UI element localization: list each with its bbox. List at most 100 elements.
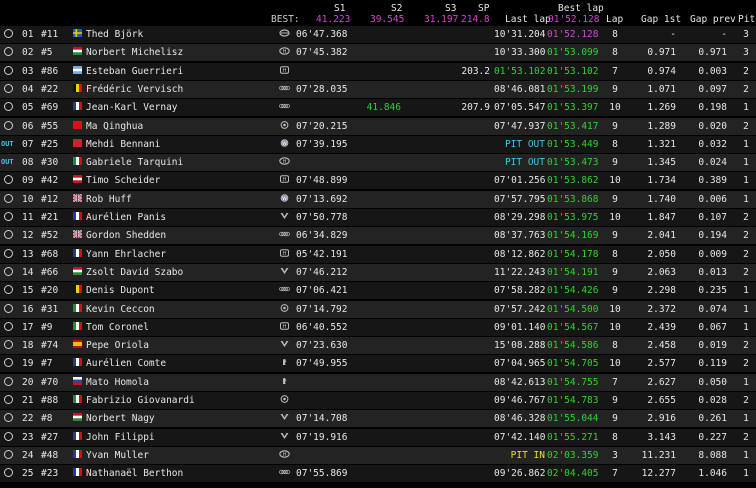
table-row[interactable]: 12 #52 Gordon Shedden 06'34.829 08'37.763 01'…: [0, 227, 756, 245]
last-lap-cell: 08'12.862: [494, 248, 546, 260]
car-number-cell: #8: [41, 413, 53, 425]
best-lap-cell: 01'53.417: [547, 120, 599, 132]
table-row[interactable]: 19 #7 Aurélien Comte 07'49.955 07'04.965 01'5…: [0, 355, 756, 373]
driver-name-cell: Gabriele Tarquini: [86, 157, 184, 169]
table-row[interactable]: H 09 #42 Timo Scheider 07'48.899 07'01.256 01'…: [0, 172, 756, 190]
country-flag-icon: [72, 229, 83, 239]
pit-count-cell: 1: [743, 175, 749, 187]
table-row[interactable]: H 02 #5 Norbert Michelisz 07'45.382 10'33.300…: [0, 44, 756, 62]
position-cell: 21: [22, 395, 34, 406]
driver-name-cell: Mehdi Bennani: [86, 138, 161, 150]
table-row[interactable]: W 10 #12 Rob Huff 07'13.692 07'57.795 01'53.86…: [0, 190, 756, 208]
best-lap-cell: 01'52.128: [547, 29, 599, 40]
table-row[interactable]: 01 #11 Thed Björk 06'47.368 10'31.204 01'52.1…: [0, 26, 756, 43]
table-row[interactable]: H 03 #86 Esteban Guerrieri 203.2 01'53.102 01'…: [0, 62, 756, 80]
driver-name-cell: Tom Coronel: [86, 321, 149, 333]
table-row[interactable]: OUT W 07 #25 Mehdi Bennani 07'39.195 PIT OUT 01…: [0, 135, 756, 153]
table-row[interactable]: 15 #20 Denis Dupont 07'06.421 07'58.282 01'54…: [0, 282, 756, 300]
svg-text:H: H: [282, 324, 286, 330]
car-number-cell: #48: [41, 449, 59, 461]
gap-1st-cell: 0.971: [647, 47, 676, 59]
table-row[interactable]: OUT H 08 #30 Gabriele Tarquini PIT OUT 01'53.4…: [0, 154, 756, 172]
sector1-cell: 07'19.916: [296, 431, 348, 443]
best-s2-value: 39.545: [370, 14, 405, 25]
driver-name-cell: Mato Homola: [86, 376, 149, 388]
table-row[interactable]: 14 #66 Zsolt David Szabo 07'46.212 11'22.243…: [0, 263, 756, 281]
driver-name-cell: Nathanaël Berthon: [86, 468, 184, 480]
gap-1st-cell: 3.143: [647, 431, 676, 443]
table-row[interactable]: 25 #23 Nathanaël Berthon 07'55.869 09'26.862…: [0, 465, 756, 483]
table-row[interactable]: 06 #55 Ma Qinghua 07'20.215 07'47.937 01'53.4…: [0, 117, 756, 135]
last-lap-cell: 09'01.140: [494, 321, 546, 333]
lap-count-cell: 7: [612, 376, 618, 388]
car-number-cell: #7: [41, 358, 53, 370]
gap-1st-cell: 2.458: [647, 340, 676, 352]
honda-logo-icon: H: [279, 248, 290, 257]
pit-count-cell: 1: [743, 303, 749, 315]
hyundai-logo-icon: H: [279, 450, 290, 458]
running-status-icon: [4, 83, 13, 93]
pit-out-status-icon: OUT: [1, 139, 14, 148]
position-cell: 18: [22, 340, 34, 352]
best-lap-cell: 01'54.755: [547, 376, 599, 388]
table-row[interactable]: 05 #69 Jean-Karl Vernay 41.846 207.9 07'05.54…: [0, 99, 756, 117]
table-row[interactable]: 11 #21 Aurélien Panis 07'50.778 08'29.298 01'…: [0, 209, 756, 226]
pit-count-cell: 1: [743, 376, 749, 388]
table-row[interactable]: 23 #27 John Filippi 07'19.916 07'42.140 01'55…: [0, 428, 756, 446]
table-row[interactable]: 16 #31 Kevin Ceccon 07'14.792 07'57.242 01'54…: [0, 300, 756, 318]
last-lap-cell: 01'53.102: [494, 65, 546, 77]
running-status-icon: [4, 65, 13, 75]
running-status-icon: [4, 449, 13, 459]
pit-count-cell: 2: [743, 212, 749, 223]
last-lap-cell: 09'26.862: [494, 468, 546, 480]
gap-1st-cell: 12.277: [641, 468, 676, 480]
table-row[interactable]: H 17 #9 Tom Coronel 06'40.552 09'01.140 01'54.…: [0, 318, 756, 336]
best-lap-cell: 02'04.405: [547, 468, 599, 480]
car-number-cell: #86: [41, 65, 59, 77]
gap-prev-cell: 0.097: [698, 83, 727, 95]
table-row[interactable]: 04 #22 Frédéric Vervisch 07'28.035 08'46.081…: [0, 80, 756, 98]
car-number-cell: #52: [41, 230, 59, 242]
table-row[interactable]: 21 #88 Fabrizio Giovanardi 09'46.767 01'54.7…: [0, 392, 756, 409]
gap-prev-cell: 0.009: [698, 248, 727, 260]
last-lap-cell: 08'42.613: [494, 376, 546, 388]
position-cell: 11: [22, 212, 34, 223]
pit-count-cell: 2: [743, 340, 749, 352]
table-row[interactable]: 20 #70 Mato Homola 08'42.613 01'54.755 7 2.627…: [0, 373, 756, 391]
gap-prev-cell: 0.971: [698, 47, 727, 59]
table-row[interactable]: 18 #74 Pepe Oriola 07'23.630 15'08.288 01'54.…: [0, 337, 756, 355]
last-lap-cell: 08'29.298: [494, 212, 546, 223]
pit-count-cell: 2: [743, 230, 749, 242]
gap-1st-cell: 2.050: [647, 248, 676, 260]
gap-prev-cell: 0.194: [698, 230, 727, 242]
pit-header: Pit: [738, 14, 756, 25]
last-lap-cell: 07'57.795: [494, 193, 546, 205]
sector2-cell: 41.846: [366, 102, 401, 114]
driver-name-cell: Aurélien Panis: [86, 212, 167, 223]
country-flag-icon: [73, 47, 82, 56]
gap-prev-cell: 0.020: [698, 120, 727, 132]
last-lap-cell: 07'57.242: [494, 303, 546, 315]
table-row[interactable]: 22 #8 Norbert Nagy 07'14.708 08'46.328 01'55.…: [0, 410, 756, 428]
best-lap-cell: 01'54.705: [547, 358, 599, 370]
s1-header: S1: [334, 3, 346, 14]
driver-name-cell: Pepe Oriola: [86, 340, 149, 352]
lap-count-cell: 9: [612, 413, 618, 425]
running-status-icon: [4, 285, 13, 295]
peugeot-logo-icon: [279, 377, 290, 385]
lap-header: Lap: [606, 14, 624, 25]
running-status-icon: [4, 248, 13, 258]
table-row[interactable]: H 13 #68 Yann Ehrlacher 05'42.191 08'12.862 01…: [0, 245, 756, 263]
sector1-cell: 07'28.035: [296, 83, 348, 95]
position-cell: 04: [22, 83, 34, 95]
best-lap-cell: 01'54.567: [547, 321, 599, 333]
gap-1st-cell: 1.847: [647, 212, 676, 223]
driver-name-cell: Fabrizio Giovanardi: [86, 395, 195, 406]
country-flag-icon: [73, 395, 83, 403]
table-row[interactable]: H 24 #48 Yvan Muller PIT IN 02'03.359 3 11.231 8…: [0, 446, 756, 464]
driver-name-cell: Yann Ehrlacher: [86, 248, 167, 260]
svg-text:H: H: [283, 452, 287, 458]
gap-1st-cell: 1.269: [647, 102, 676, 114]
driver-name-cell: John Filippi: [86, 431, 155, 443]
gap-1st-cell: 2.041: [647, 230, 676, 242]
